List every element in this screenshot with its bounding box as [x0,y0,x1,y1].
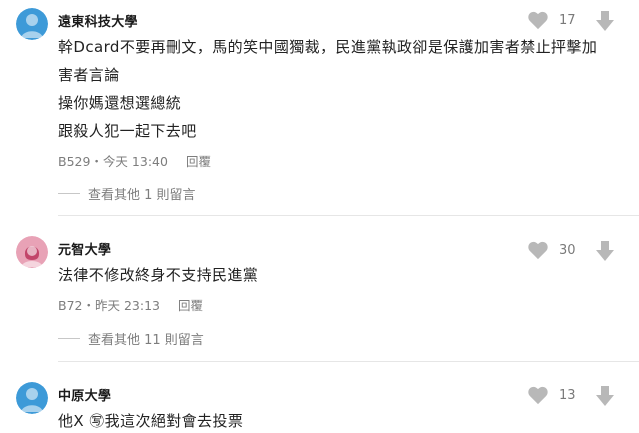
male-avatar-icon [16,8,48,40]
heart-icon [528,11,548,30]
comment-text-line: 害者言論 [58,66,120,84]
comment-text-line: 幹Dcard不要再刪文，馬的笑中國獨裁，民進黨執政卻是保護加害者禁止抨擊加 [58,38,598,56]
school-name[interactable]: 中原大學 [58,385,111,404]
avatar[interactable] [16,8,48,40]
comment-text-line: 操你媽還想選總統 [58,94,182,112]
female-avatar-icon [16,236,48,268]
comment-item: 遠東科技大學 17 幹Dcard不要再刪文，馬的笑中國獨裁，民進黨執政卻是保護加… [0,0,639,216]
comment-text-line: 法律不修改終身不支持民進黨 [58,266,259,284]
comment-item: 中原大學 13 他X ㊢我這次絕對會去投票 [0,362,639,433]
comment-text-line: 他X ㊢我這次絕對會去投票 [58,412,244,430]
male-avatar-icon [16,382,48,414]
comment-item: 元智大學 30 法律不修改終身不支持民進黨 B72・昨天 23:13 回覆 查看… [0,216,639,362]
reply-thread-line [58,193,80,194]
avatar[interactable] [16,382,48,414]
view-more-replies-label: 查看其他 11 則留言 [88,333,204,348]
floor-and-time: B72・昨天 23:13 [58,298,160,313]
reply-button[interactable]: 回覆 [178,295,203,314]
like-button[interactable]: 30 [527,240,579,260]
comment-meta: B72・昨天 23:13 回覆 [58,295,203,314]
downvote-arrow-icon[interactable] [596,386,614,406]
view-more-replies[interactable]: 查看其他 11 則留言 [58,329,204,348]
floor-and-time: B529・今天 13:40 [58,154,168,169]
view-more-replies-label: 查看其他 1 則留言 [88,188,196,203]
heart-icon [528,241,548,260]
view-more-replies[interactable]: 查看其他 1 則留言 [58,184,196,203]
reply-button[interactable]: 回覆 [186,151,211,170]
like-count: 17 [559,12,576,28]
heart-icon [528,386,548,405]
avatar[interactable] [16,236,48,268]
school-name[interactable]: 遠東科技大學 [58,11,138,30]
downvote-arrow-icon[interactable] [596,241,614,261]
like-button[interactable]: 17 [527,10,579,30]
reply-thread-line [58,338,80,339]
comment-text-line: 跟殺人犯一起下去吧 [58,122,197,140]
like-count: 30 [559,242,576,258]
like-count: 13 [559,387,576,403]
comment-meta: B529・今天 13:40 回覆 [58,151,211,170]
school-name[interactable]: 元智大學 [58,239,111,258]
downvote-arrow-icon[interactable] [596,11,614,31]
like-button[interactable]: 13 [527,385,579,405]
